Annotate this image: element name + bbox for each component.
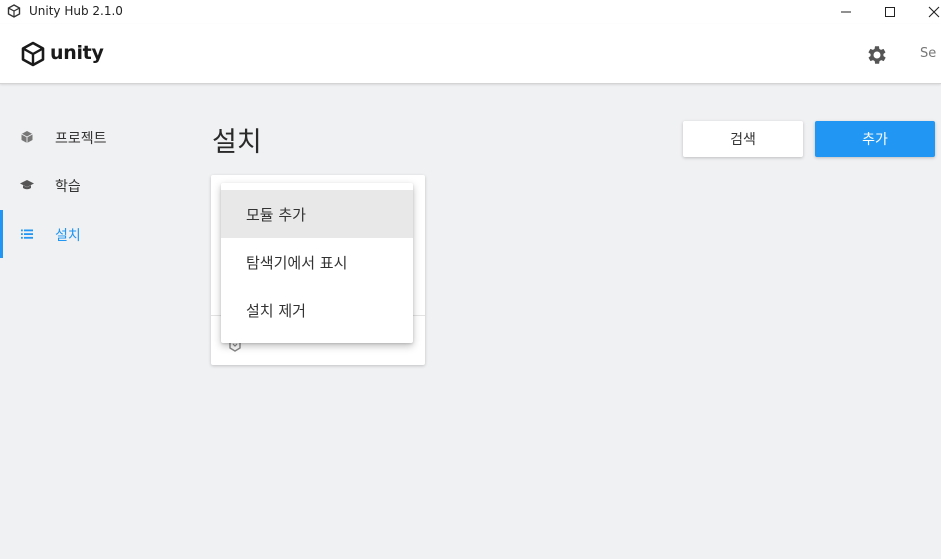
install-context-menu: 모듈 추가 탐색기에서 표시 설치 제거	[221, 183, 413, 343]
sidebar-item-installs[interactable]: 설치	[0, 210, 180, 258]
maximize-button[interactable]	[868, 0, 912, 24]
window-titlebar: Unity Hub 2.1.0	[0, 0, 941, 24]
sidebar-item-label: 학습	[55, 179, 81, 195]
unity-logo-icon	[21, 41, 45, 67]
close-button[interactable]	[912, 0, 941, 24]
sign-in-link[interactable]: Se	[920, 46, 936, 61]
menu-item-label: 모듈 추가	[246, 206, 306, 224]
sidebar-item-label: 프로젝트	[55, 131, 107, 147]
graduation-cap-icon	[20, 180, 34, 190]
page-title: 설치	[212, 127, 262, 158]
app-header: unity Se	[0, 24, 941, 84]
sidebar-item-label: 설치	[55, 228, 81, 244]
sidebar-item-projects[interactable]: 프로젝트	[0, 113, 180, 161]
add-button[interactable]: 추가	[815, 121, 935, 157]
minimize-icon	[841, 11, 851, 13]
menu-item-label: 탐색기에서 표시	[246, 254, 348, 272]
menu-item-uninstall[interactable]: 설치 제거	[221, 286, 413, 334]
list-icon	[21, 229, 33, 239]
menu-item-label: 설치 제거	[246, 302, 306, 320]
maximize-icon	[885, 7, 895, 17]
unity-hub-app-icon	[7, 4, 21, 18]
search-button[interactable]: 검색	[683, 121, 803, 157]
menu-item-show-in-explorer[interactable]: 탐색기에서 표시	[221, 238, 413, 286]
menu-item-add-modules[interactable]: 모듈 추가	[221, 190, 413, 238]
minimize-button[interactable]	[824, 0, 868, 24]
unity-logo-text: unity	[50, 42, 104, 64]
sidebar-item-learn[interactable]: 학습	[0, 161, 180, 209]
gear-icon[interactable]	[865, 43, 889, 67]
window-title: Unity Hub 2.1.0	[29, 4, 123, 18]
cube-icon	[21, 131, 33, 143]
close-icon	[928, 6, 940, 18]
